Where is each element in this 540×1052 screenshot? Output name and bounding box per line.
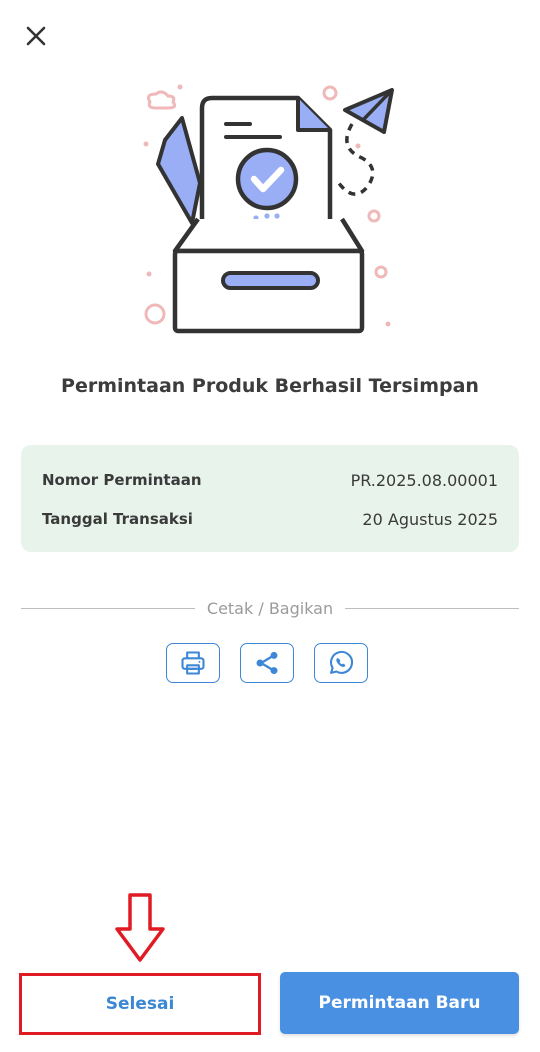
share-icon xyxy=(256,651,278,675)
page-title: Permintaan Produk Berhasil Tersimpan xyxy=(61,375,479,397)
new-request-button[interactable]: Permintaan Baru xyxy=(280,972,519,1034)
success-illustration xyxy=(143,84,394,334)
annotation-arrow-icon xyxy=(115,893,165,962)
share-heading: Cetak / Bagikan xyxy=(206,598,334,618)
whatsapp-icon xyxy=(330,650,354,674)
divider-line-left xyxy=(21,607,195,609)
done-button[interactable]: Selesai xyxy=(19,973,261,1035)
print-button[interactable] xyxy=(166,643,220,683)
printer-icon xyxy=(181,651,205,675)
request-number-row: Nomor Permintaan PR.2025.08.00001 xyxy=(42,470,498,490)
share-actions xyxy=(166,643,368,683)
request-number-label: Nomor Permintaan xyxy=(42,471,202,489)
request-number-value: PR.2025.08.00001 xyxy=(350,470,498,490)
close-button[interactable] xyxy=(22,22,50,50)
request-summary-card: Nomor Permintaan PR.2025.08.00001 Tangga… xyxy=(21,445,519,552)
transaction-date-value: 20 Agustus 2025 xyxy=(362,509,498,529)
share-button[interactable] xyxy=(240,643,294,683)
transaction-date-label: Tanggal Transaksi xyxy=(42,510,193,528)
share-divider: Cetak / Bagikan xyxy=(21,596,520,620)
divider-line-right xyxy=(345,607,520,609)
close-icon xyxy=(26,26,46,46)
transaction-date-row: Tanggal Transaksi 20 Agustus 2025 xyxy=(42,509,498,529)
whatsapp-button[interactable] xyxy=(314,643,368,683)
